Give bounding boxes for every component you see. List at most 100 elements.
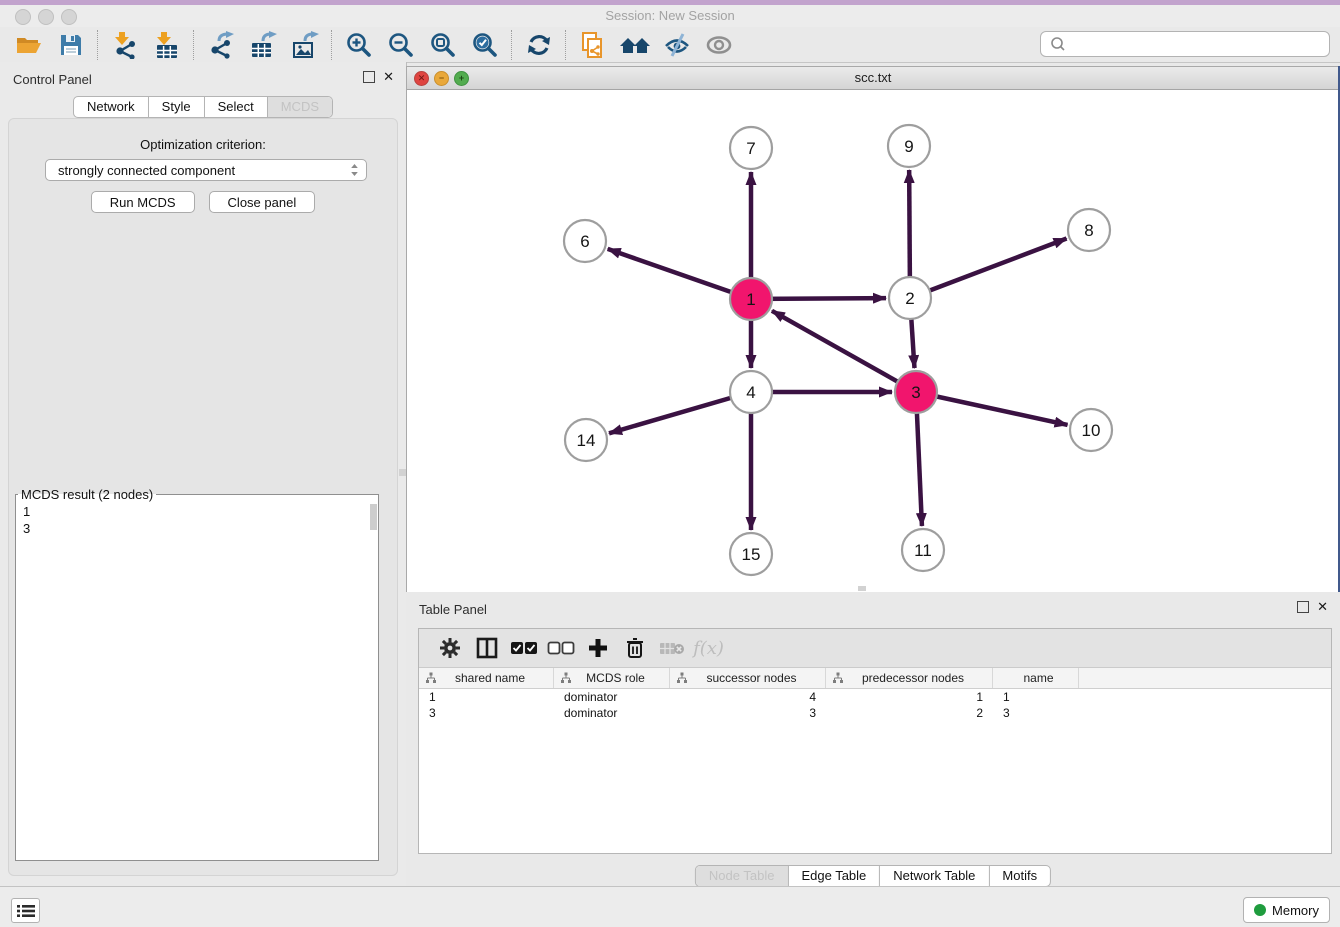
tab-network[interactable]: Network [74,97,148,117]
deselect-all-button[interactable] [542,633,579,663]
close-panel-icon[interactable]: ✕ [1317,601,1328,613]
open-folder-icon [15,31,43,59]
tab-network-table[interactable]: Network Table [879,866,988,886]
criterion-dropdown[interactable]: strongly connected component [45,159,367,181]
graph-node-label-11: 11 [914,541,932,560]
table-cell[interactable]: dominator [554,689,670,705]
mcds-result-text[interactable]: 1 3 [16,502,378,537]
hide-panels-button[interactable] [656,30,698,60]
graph-edge-4-14[interactable] [609,392,751,433]
delete-column-button[interactable] [616,633,653,663]
graph-edges[interactable] [608,170,1068,530]
scrollbar-thumb[interactable] [370,504,377,530]
table-cell[interactable]: 2 [826,705,993,721]
network-window-titlebar[interactable]: ✕ − + scc.txt [407,67,1339,90]
table-cell[interactable]: dominator [554,705,670,721]
search-input[interactable] [1069,34,1329,54]
search-field[interactable] [1040,31,1330,57]
window-title: Session: New Session [0,8,1340,23]
window-titlebar: Session: New Session [0,5,1340,28]
zoom-fit-button[interactable] [422,30,464,60]
table-panel-title: Table Panel [419,602,487,617]
table-cell[interactable]: 3 [993,705,1079,721]
memory-button[interactable]: Memory [1243,897,1330,923]
float-panel-icon[interactable] [1297,601,1309,613]
zoom-fit-icon [429,31,457,59]
column-header-name[interactable]: name [993,668,1079,688]
column-header-successor-nodes[interactable]: successor nodes [670,668,826,688]
tree-icon [425,672,437,684]
memory-label: Memory [1272,903,1319,918]
table-cell[interactable]: 3 [419,705,554,721]
export-network-button[interactable] [200,30,242,60]
column-header-shared-name[interactable]: shared name [419,668,554,688]
graph-node-label-8: 8 [1084,221,1093,240]
fx-icon: f(x) [693,638,724,659]
graph-edge-1-6[interactable] [608,249,751,299]
save-session-button[interactable] [50,30,92,60]
show-panels-button[interactable] [698,30,740,60]
export-image-button[interactable] [284,30,326,60]
table-cell[interactable]: 4 [670,689,826,705]
table-row[interactable]: 3dominator323 [419,705,1331,721]
run-mcds-button[interactable]: Run MCDS [91,191,195,213]
clone-network-button[interactable] [572,30,614,60]
table-toolbar: f(x) [419,629,1331,668]
close-panel-icon[interactable]: ✕ [383,71,394,83]
graph-node-label-1: 1 [746,290,755,309]
graph-edge-3-1[interactable] [772,311,916,392]
control-panel-title: Control Panel [13,72,92,87]
tab-edge-table[interactable]: Edge Table [787,866,879,886]
add-column-button[interactable] [579,633,616,663]
tab-motifs[interactable]: Motifs [988,866,1050,886]
optimization-criterion-label: Optimization criterion: [9,137,397,152]
import-table-button[interactable] [146,30,188,60]
table-row[interactable]: 1dominator411 [419,689,1331,705]
tab-select[interactable]: Select [204,97,267,117]
plus-icon [588,638,608,658]
toolbar-separator [565,30,567,60]
column-header-mcds-role[interactable]: MCDS role [554,668,670,688]
function-builder-button[interactable]: f(x) [690,633,727,663]
table-cell[interactable]: 3 [670,705,826,721]
show-column-button[interactable] [468,633,505,663]
tree-icon [560,672,572,684]
delete-table-button[interactable] [653,633,690,663]
table-cell[interactable]: 1 [993,689,1079,705]
graph-edge-2-8[interactable] [910,239,1067,298]
open-file-button[interactable] [8,30,50,60]
graph-node-label-4: 4 [746,383,755,402]
save-icon [58,32,84,58]
float-panel-icon[interactable] [363,71,375,83]
network-graph-canvas[interactable]: 7968124314101511 [407,90,1337,592]
column-header-predecessor-nodes[interactable]: predecessor nodes [826,668,993,688]
tree-icon [676,672,688,684]
table-cell[interactable]: 1 [419,689,554,705]
clone-network-icon [579,31,607,59]
network-window-title: scc.txt [407,70,1339,85]
first-neighbors-button[interactable] [614,30,656,60]
graph-edge-3-10[interactable] [916,392,1068,425]
mcds-result-legend: MCDS result (2 nodes) [18,487,156,502]
zoom-in-button[interactable] [338,30,380,60]
zoom-out-button[interactable] [380,30,422,60]
table-cell[interactable]: 1 [826,689,993,705]
tab-style[interactable]: Style [148,97,204,117]
select-all-button[interactable] [505,633,542,663]
scrollbar-thumb[interactable] [399,469,406,476]
export-table-button[interactable] [242,30,284,60]
tab-mcds[interactable]: MCDS [267,97,332,117]
export-network-icon [207,31,235,59]
toolbar-separator [97,30,99,60]
zoom-selected-icon [471,31,499,59]
import-network-button[interactable] [104,30,146,60]
column-split-icon [476,637,498,659]
zoom-selected-button[interactable] [464,30,506,60]
scrollbar-thumb[interactable] [858,586,866,591]
refresh-button[interactable] [518,30,560,60]
close-panel-button[interactable]: Close panel [209,191,316,213]
graph-node-label-15: 15 [742,545,761,564]
task-history-button[interactable] [11,898,40,923]
tab-node-table[interactable]: Node Table [696,866,788,886]
table-settings-button[interactable] [431,633,468,663]
